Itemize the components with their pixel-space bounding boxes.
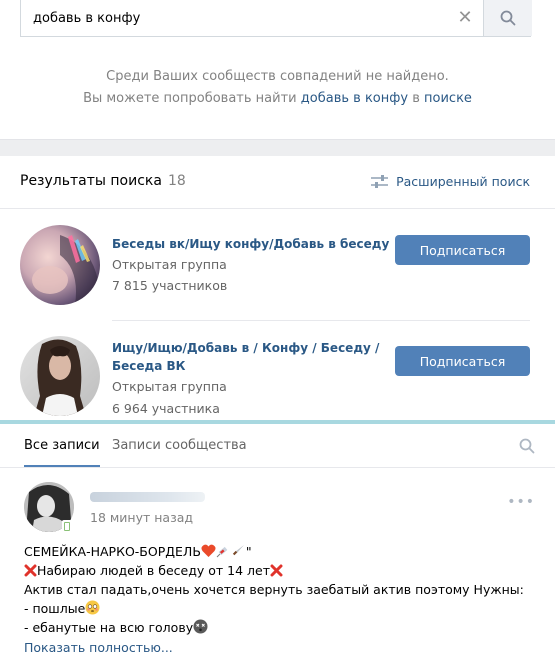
post-line-2-text: Набираю людей в беседу от 14 лет (37, 563, 270, 578)
advanced-search-link[interactable]: Расширенный поиск (371, 174, 530, 189)
show-more-link[interactable]: Показать полностью... (24, 640, 173, 655)
knife-icon (232, 545, 244, 556)
results-panel: Результаты поиска 18 Расширенный поиск Б… (0, 156, 555, 424)
post-time[interactable]: 18 минут назад (90, 510, 193, 525)
tab-community-posts[interactable]: Записи сообщества (112, 438, 247, 466)
results-title-text: Результаты поиска (20, 173, 162, 189)
post-line-4: - пошлые (24, 599, 534, 618)
search-box: ✕ (20, 0, 532, 37)
post-author-name-blurred[interactable] (90, 492, 205, 502)
results-count: 18 (167, 173, 186, 189)
query-link[interactable]: добавь в конфу (301, 91, 408, 106)
close-icon[interactable]: ✕ (455, 8, 475, 28)
post-line-5: - ебанутые на всю голову (24, 618, 534, 637)
post-line-5-text: - ебанутые на всю голову (24, 620, 194, 635)
flushed-face-icon (85, 600, 100, 615)
online-mobile-icon (62, 520, 72, 533)
results-title: Результаты поиска 18 (20, 173, 186, 189)
post-line-1-text: СЕМЕЙКА-НАРКО-БОРДЕЛЬ (24, 544, 201, 559)
group-result-2: Ищу/Ищю/Добавь в / Конфу / Беседу / Бесе… (20, 321, 530, 431)
group-members-1: 7 815 участников (112, 278, 228, 293)
group-avatar-1[interactable] (20, 225, 100, 305)
post-line-4-text: - пошлые (24, 601, 86, 616)
group-type-1: Открытая группа (112, 257, 227, 272)
search-button[interactable] (483, 0, 532, 36)
search-input[interactable] (21, 0, 451, 36)
post-quote-mark: " (245, 544, 252, 559)
no-results-line2: Вы можете попробовать найти добавь в кон… (0, 88, 555, 110)
subscribe-button-2[interactable]: Подписаться (395, 346, 530, 376)
search-icon (500, 10, 516, 26)
no-results-line1: Среди Ваших сообществ совпадений не найд… (106, 69, 449, 84)
group-name-1[interactable]: Беседы вк/Ищу конфу/Добавь в беседу (112, 235, 402, 253)
post-line-3: Актив стал падать,очень хочется вернуть … (24, 582, 524, 597)
group-members-2: 6 964 участника (112, 401, 220, 416)
group-type-2: Открытая группа (112, 379, 227, 394)
dizzy-face-icon (193, 619, 208, 634)
subscribe-button-1[interactable]: Подписаться (395, 235, 530, 265)
group-name-2[interactable]: Ищу/Ищю/Добавь в / Конфу / Беседу / Бесе… (112, 339, 402, 375)
cross-icon (24, 564, 37, 577)
no-results-middle: в (412, 91, 420, 106)
post-text: СЕМЕЙКА-НАРКО-БОРДЕЛЬ " Набираю людей в б… (24, 542, 534, 637)
cross-icon (270, 564, 283, 577)
search-icon[interactable] (519, 438, 535, 454)
no-results-prefix: Вы можете попробовать найти (83, 91, 297, 106)
wall-panel: Все записи Записи сообщества 18 минут на… (0, 424, 555, 662)
post-line-1: СЕМЕЙКА-НАРКО-БОРДЕЛЬ " (24, 542, 534, 561)
search-panel: ✕ Среди Ваших сообществ совпадений не на… (0, 0, 555, 140)
post-line-2: Набираю людей в беседу от 14 лет (24, 561, 534, 580)
results-header: Результаты поиска 18 Расширенный поиск (0, 156, 555, 209)
tab-all-posts[interactable]: Все записи (24, 438, 100, 467)
wall-tabs: Все записи Записи сообщества (0, 424, 555, 468)
heart-icon (201, 544, 216, 557)
global-search-link[interactable]: поиске (424, 91, 472, 106)
group-result-1: Беседы вк/Ищу конфу/Добавь в беседу Откр… (20, 210, 530, 320)
more-icon[interactable]: ••• (507, 494, 535, 510)
sliders-icon (371, 175, 389, 188)
syringe-icon (216, 546, 228, 558)
group-avatar-2[interactable] (20, 336, 100, 416)
no-results-message: Среди Ваших сообществ совпадений не найд… (0, 66, 555, 110)
advanced-search-label: Расширенный поиск (396, 174, 530, 189)
